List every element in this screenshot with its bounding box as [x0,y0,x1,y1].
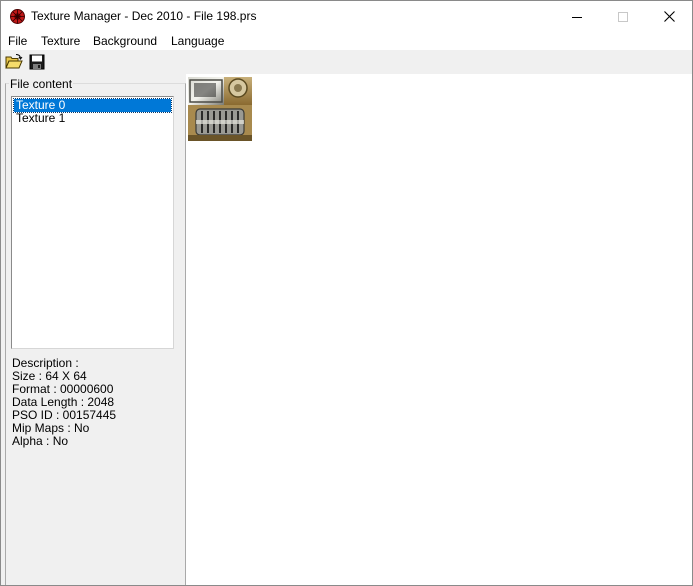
texture-listbox[interactable]: Texture 0 Texture 1 [11,96,174,349]
menu-file[interactable]: File [8,34,27,48]
save-disk-icon [29,54,45,70]
texture-preview-area[interactable] [186,74,692,585]
app-icon [10,9,25,24]
title-bar[interactable]: Texture Manager - Dec 2010 - File 198.pr… [1,1,692,32]
maximize-icon [618,11,628,22]
file-content-label: File content [9,77,74,91]
toolbar [1,50,692,74]
texture-description: Description : Size : 64 X 64 Format : 00… [12,357,116,448]
minimize-icon [572,16,582,18]
close-icon [663,11,675,22]
maximize-button[interactable] [600,1,646,32]
menu-language[interactable]: Language [171,34,224,48]
minimize-button[interactable] [554,1,600,32]
list-item-texture-1[interactable]: Texture 1 [14,112,171,125]
menu-background[interactable]: Background [93,34,157,48]
open-folder-icon [5,54,23,69]
texture-thumbnail [188,77,252,141]
description-alpha: Alpha : No [12,434,69,448]
window-title: Texture Manager - Dec 2010 - File 198.pr… [31,9,257,23]
texture-manager-window: Texture Manager - Dec 2010 - File 198.pr… [0,0,693,586]
open-button[interactable] [5,53,23,71]
close-button[interactable] [646,1,692,32]
menu-bar: File Texture Background Language [1,32,692,50]
menu-texture[interactable]: Texture [41,34,80,48]
file-content-panel: File content Texture 0 Texture 1 Descrip… [1,74,186,585]
save-button[interactable] [28,53,46,71]
